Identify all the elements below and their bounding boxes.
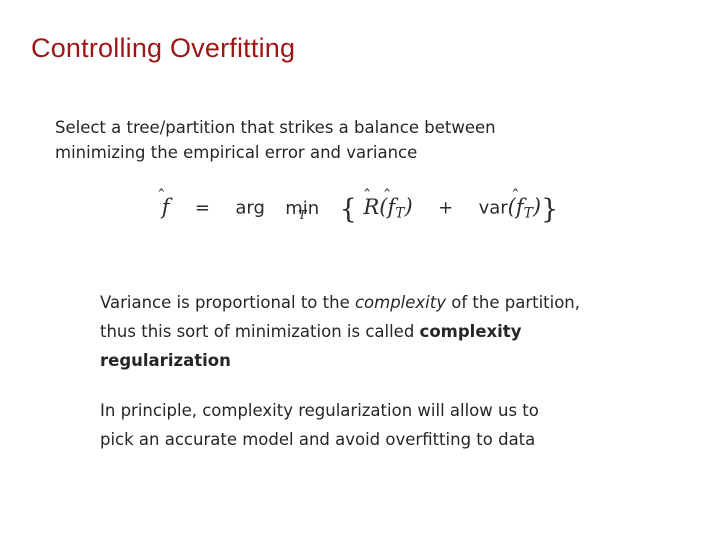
- intro-paragraph: Select a tree/partition that strikes a b…: [55, 115, 651, 165]
- equation-var-close-paren: ): [532, 194, 542, 219]
- equation-equals-sign: =: [194, 197, 210, 219]
- variance-emphasis-complexity: complexity: [354, 293, 447, 312]
- equation-open-brace: {: [339, 194, 357, 225]
- intro-paragraph-line-2: minimizing the empirical error and varia…: [55, 143, 418, 162]
- principle-paragraph-text: In principle, complexity regularization …: [100, 401, 539, 449]
- equation-var-label: var: [478, 197, 508, 219]
- equation-min-subscript: T: [298, 207, 307, 223]
- equation-lhs-fhat: f̂: [161, 194, 170, 219]
- variance-paragraph: Variance is proportional to the complexi…: [100, 288, 600, 375]
- equation-var-open-paren: (: [507, 194, 516, 219]
- equation-arg-label: arg: [235, 197, 265, 219]
- objective-equation: f̂ = arg min T { R̂(f̂T) + var(f̂T)}: [162, 196, 559, 223]
- equation-close-brace: }: [541, 194, 559, 225]
- equation-risk-rhat: R̂: [363, 194, 380, 219]
- equation-block: f̂ = arg min T { R̂(f̂T) + var(f̂T)}: [0, 196, 720, 223]
- page-title: Controlling Overfitting: [31, 33, 296, 63]
- equation-var-arg-fhat: f̂: [515, 194, 524, 219]
- variance-text-part-1: Variance is proportional to the: [100, 293, 355, 312]
- equation-risk-close-paren: ): [404, 194, 413, 219]
- intro-paragraph-line-1: Select a tree/partition that strikes a b…: [55, 118, 496, 137]
- equation-argmin: min T: [285, 197, 319, 221]
- principle-paragraph: In principle, complexity regularization …: [100, 396, 570, 454]
- equation-plus-sign: +: [438, 197, 454, 219]
- equation-risk-arg-fhat: f̂: [387, 194, 396, 219]
- slide-canvas: Controlling Overfitting Select a tree/pa…: [0, 0, 720, 540]
- equation-risk-arg-subscript: T: [395, 205, 405, 222]
- equation-var-arg-subscript: T: [523, 205, 533, 222]
